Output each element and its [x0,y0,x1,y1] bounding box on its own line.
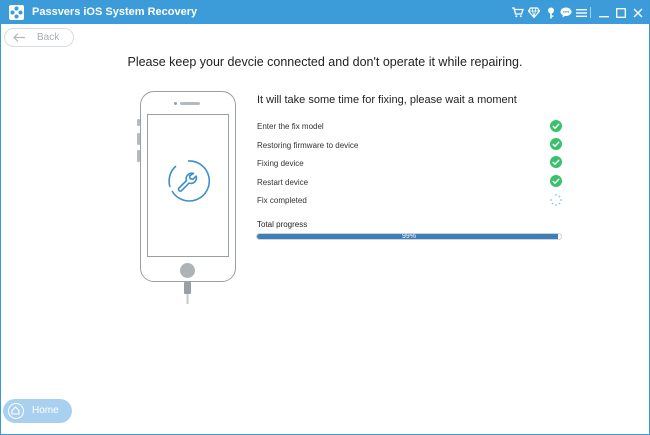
minimize-icon[interactable] [597,6,610,19]
app-title: Passvers iOS System Recovery [32,6,198,18]
app-logo-icon [9,5,24,20]
arrow-left-icon [13,33,25,42]
usb-cable-icon [184,282,191,304]
wrench-repair-icon [168,160,210,202]
close-icon[interactable] [631,6,644,19]
step-label: Fix completed [257,196,307,205]
app-window: Passvers iOS System Recovery Back Please… [0,0,650,435]
chat-icon[interactable] [559,6,572,19]
check-icon [550,156,562,168]
step-label: Enter the fix model [257,122,324,131]
step-label: Restart device [257,178,309,187]
check-icon [550,175,562,187]
progress-label: Total progress [257,220,308,229]
check-icon [550,120,562,132]
cart-icon[interactable] [511,6,524,19]
title-bar-separator [590,7,591,18]
maximize-icon[interactable] [614,6,627,19]
phone-side-button [137,150,140,162]
phone-speaker [180,102,200,105]
progress-bar: 99% [256,233,562,240]
loading-spinner-icon [550,194,562,206]
back-button[interactable]: Back [4,28,74,47]
diamond-icon[interactable] [527,6,540,19]
home-icon [8,403,24,419]
page-headline: Please keep your devcie connected and do… [127,55,523,69]
step-label: Restoring firmware to device [257,141,359,150]
phone-side-button [137,119,140,126]
progress-percent: 99% [401,233,416,240]
phone-side-button [137,133,140,145]
home-label: Home [32,405,59,416]
phone-camera [174,102,177,105]
step-label: Fixing device [257,159,304,168]
phone-home-button [180,263,195,278]
title-bar[interactable]: Passvers iOS System Recovery [1,1,649,24]
home-button[interactable]: Home [3,399,72,423]
key-icon[interactable] [544,6,557,19]
menu-icon[interactable] [575,6,588,19]
status-title: It will take some time for fixing, pleas… [257,94,517,106]
check-icon [550,138,562,150]
back-label: Back [37,32,60,43]
